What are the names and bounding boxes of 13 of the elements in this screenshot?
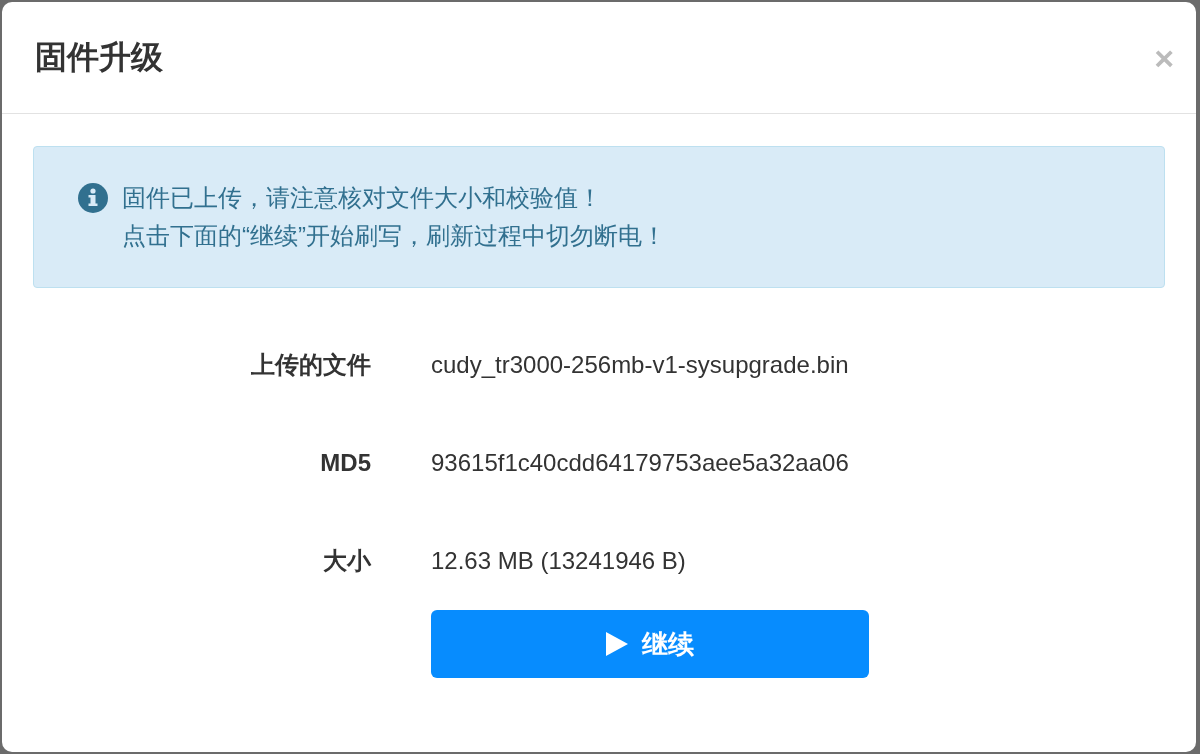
field-label: 大小 [322, 546, 371, 576]
play-icon [606, 632, 628, 656]
field-label: MD5 [319, 448, 371, 478]
close-button[interactable]: × [1154, 40, 1174, 75]
field-label: 上传的文件 [250, 350, 371, 380]
field-value: cudy_tr3000-256mb-v1-sysupgrade.bin [431, 350, 849, 380]
info-icon [78, 183, 108, 213]
alert-text: 点击下面的“继续”开始刷写，刷新过程中切勿断电！ [122, 221, 666, 251]
dialog-title: 固件升级 [35, 38, 163, 77]
field-value: 93615f1c40cdd64179753aee5a32aa06 [431, 448, 849, 478]
field-value: 12.63 MB (13241946 B) [431, 546, 686, 576]
continue-button[interactable]: 继续 [431, 610, 869, 678]
alert-text: 固件已上传，请注意核对文件大小和校验值！ [122, 183, 603, 213]
